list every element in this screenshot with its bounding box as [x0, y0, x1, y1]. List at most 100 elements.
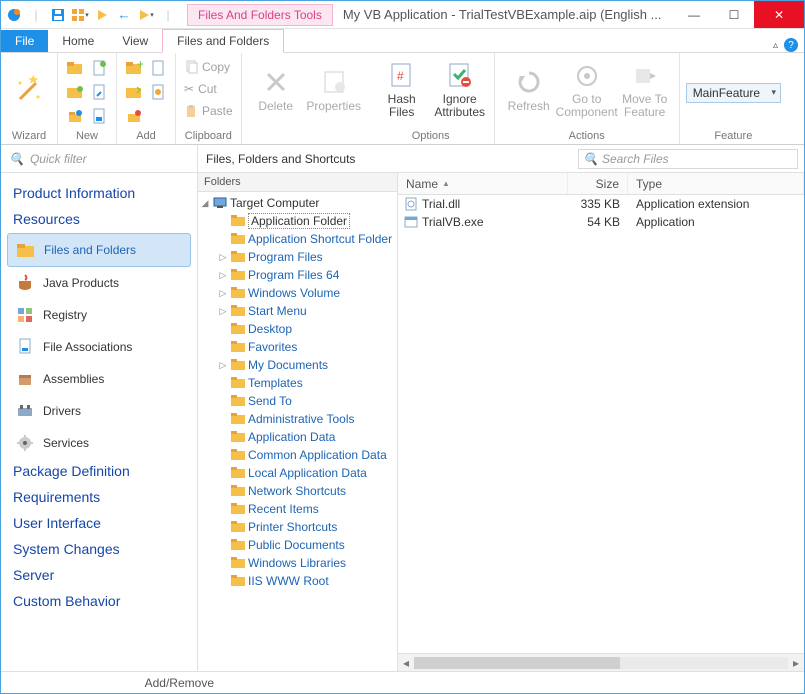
back-icon[interactable]: ← — [115, 6, 133, 24]
tree-item[interactable]: Favorites — [198, 338, 397, 356]
close-button[interactable]: ✕ — [754, 1, 804, 28]
new-folder-icon[interactable] — [64, 57, 86, 79]
hash-files-button[interactable]: # Hash Files — [374, 57, 430, 123]
tree-item[interactable]: ▷Program Files 64 — [198, 266, 397, 284]
paste-button[interactable]: Paste — [182, 101, 235, 121]
tree-item[interactable]: Application Data — [198, 428, 397, 446]
scroll-right-icon[interactable]: ▸ — [788, 656, 804, 670]
save-icon[interactable] — [49, 6, 67, 24]
add-item2-icon[interactable] — [147, 105, 169, 127]
tree-item[interactable]: Send To — [198, 392, 397, 410]
minimize-button[interactable]: — — [674, 1, 714, 28]
tree-item[interactable]: Network Shortcuts — [198, 482, 397, 500]
new-shortcut-icon[interactable] — [88, 81, 110, 103]
file-size: 54 KB — [568, 215, 628, 229]
delete-label: Delete — [258, 99, 293, 113]
nav-section[interactable]: Product Information — [7, 181, 191, 207]
move-to-feature-button: Move To Feature — [617, 57, 673, 123]
scroll-thumb[interactable] — [414, 657, 620, 669]
collapse-ribbon-icon[interactable]: ▵ — [773, 40, 778, 51]
add-folder2-icon[interactable] — [123, 81, 145, 103]
tree-item[interactable]: Application Folder — [198, 212, 397, 230]
nav-item[interactable]: Drivers — [7, 395, 191, 427]
list-row[interactable]: TrialVB.exe54 KBApplication — [398, 213, 804, 231]
tree-item[interactable]: Local Application Data — [198, 464, 397, 482]
tab-home[interactable]: Home — [48, 30, 108, 52]
folder-tree[interactable]: ◢Target ComputerApplication FolderApplic… — [198, 192, 397, 671]
copy-button[interactable]: Copy — [182, 57, 235, 77]
scroll-track[interactable] — [414, 657, 788, 669]
add-file-icon[interactable] — [147, 57, 169, 79]
help-icon[interactable]: ? — [784, 38, 798, 52]
app-icon[interactable] — [5, 6, 23, 24]
nav-section[interactable]: User Interface — [7, 511, 191, 537]
tree-item[interactable]: Administrative Tools — [198, 410, 397, 428]
contextual-tools-tab[interactable]: Files And Folders Tools — [187, 4, 333, 26]
tree-item[interactable]: Printer Shortcuts — [198, 518, 397, 536]
scroll-left-icon[interactable]: ◂ — [398, 656, 414, 670]
nav-item[interactable]: File Associations — [7, 331, 191, 363]
col-name[interactable]: Name▲ — [398, 173, 568, 194]
tab-files-folders[interactable]: Files and Folders — [162, 29, 284, 53]
new-folder2-icon[interactable] — [64, 81, 86, 103]
nav-section[interactable]: Resources — [7, 207, 191, 233]
tab-file[interactable]: File — [1, 30, 48, 52]
add-file2-icon[interactable] — [147, 81, 169, 103]
tree-item[interactable]: Desktop — [198, 320, 397, 338]
delete-icon — [261, 67, 291, 97]
horizontal-scrollbar[interactable]: ◂ ▸ — [398, 653, 804, 671]
nav-item-icon — [15, 273, 35, 293]
tree-item[interactable]: ▷Start Menu — [198, 302, 397, 320]
tree-item[interactable]: Application Shortcut Folder — [198, 230, 397, 248]
nav-item[interactable]: Java Products — [7, 267, 191, 299]
tree-label: Windows Volume — [248, 286, 340, 300]
expander-icon[interactable]: ▷ — [218, 252, 228, 263]
expander-icon[interactable]: ▷ — [218, 306, 228, 317]
expander-icon[interactable]: ▷ — [218, 288, 228, 299]
col-size[interactable]: Size — [568, 173, 628, 194]
expander-icon[interactable]: ▷ — [218, 270, 228, 281]
nav-item[interactable]: Files and Folders — [7, 233, 191, 267]
tree-root[interactable]: ◢Target Computer — [198, 194, 397, 212]
new-file-icon[interactable] — [88, 57, 110, 79]
tree-label: Common Application Data — [248, 448, 387, 462]
grid-icon[interactable]: ▾ — [71, 6, 89, 24]
tree-item[interactable]: ▷Program Files — [198, 248, 397, 266]
wizard-button[interactable] — [7, 57, 51, 123]
list-body[interactable]: Trial.dll335 KBApplication extensionTria… — [398, 195, 804, 653]
quick-filter-input[interactable]: 🔍 Quick filter — [1, 145, 198, 172]
ignore-attributes-button[interactable]: Ignore Attributes — [432, 57, 488, 123]
expander-icon[interactable]: ▷ — [218, 360, 228, 371]
add-item-icon[interactable] — [123, 105, 145, 127]
cut-button[interactable]: ✂Cut — [182, 79, 235, 99]
tree-item[interactable]: ▷My Documents — [198, 356, 397, 374]
expander-icon[interactable]: ◢ — [200, 198, 210, 209]
run-icon[interactable] — [93, 6, 111, 24]
group-label: Clipboard — [185, 128, 232, 142]
run2-icon[interactable]: ▾ — [137, 6, 155, 24]
nav-section[interactable]: Package Definition — [7, 459, 191, 485]
nav-item[interactable]: Services — [7, 427, 191, 459]
nav-section[interactable]: System Changes — [7, 537, 191, 563]
add-folder-icon[interactable]: + — [123, 57, 145, 79]
nav-section[interactable]: Requirements — [7, 485, 191, 511]
tree-item[interactable]: Templates — [198, 374, 397, 392]
tree-item[interactable]: Common Application Data — [198, 446, 397, 464]
nav-section[interactable]: Server — [7, 563, 191, 589]
tree-item[interactable]: IIS WWW Root — [198, 572, 397, 590]
tree-item[interactable]: Recent Items — [198, 500, 397, 518]
search-files-input[interactable]: 🔍 Search Files — [578, 149, 798, 169]
new-item2-icon[interactable] — [88, 105, 110, 127]
maximize-button[interactable]: ☐ — [714, 1, 754, 28]
tree-item[interactable]: Windows Libraries — [198, 554, 397, 572]
tab-view[interactable]: View — [108, 30, 162, 52]
tree-item[interactable]: ▷ Windows Volume — [198, 284, 397, 302]
nav-item[interactable]: Registry — [7, 299, 191, 331]
nav-item[interactable]: Assemblies — [7, 363, 191, 395]
feature-selector[interactable]: MainFeature — [686, 83, 781, 103]
list-row[interactable]: Trial.dll335 KBApplication extension — [398, 195, 804, 213]
tree-item[interactable]: Public Documents — [198, 536, 397, 554]
nav-section[interactable]: Custom Behavior — [7, 589, 191, 615]
new-item-icon[interactable] — [64, 105, 86, 127]
col-type[interactable]: Type — [628, 173, 804, 194]
